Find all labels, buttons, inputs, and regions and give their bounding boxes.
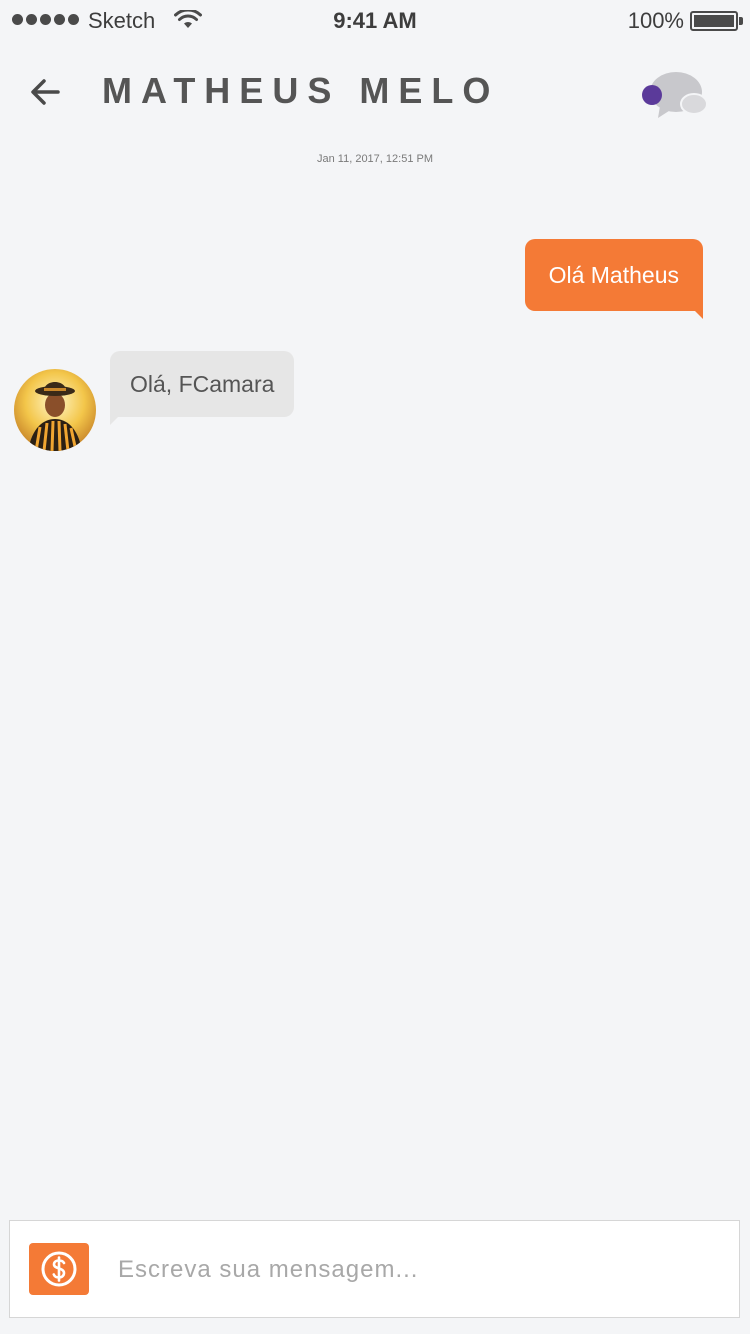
dollar-circle-icon xyxy=(41,1251,77,1287)
back-arrow-icon[interactable] xyxy=(24,70,68,114)
message-input[interactable] xyxy=(118,1249,708,1291)
send-money-button[interactable] xyxy=(29,1243,89,1295)
received-message-bubble: Olá, FCamara xyxy=(110,351,295,417)
battery-percentage: 100% xyxy=(627,8,684,33)
received-bubble-tail xyxy=(110,415,120,425)
message-composer xyxy=(9,1220,740,1318)
contact-name-title: MATHEUS MELO xyxy=(102,70,500,111)
chat-header: MATHEUS MELO xyxy=(0,60,750,124)
avatar-image xyxy=(14,369,96,451)
status-bar: Sketch 9:41 AM 100% xyxy=(0,0,750,40)
contact-avatar[interactable] xyxy=(14,369,96,451)
sent-bubble-tail xyxy=(693,309,703,319)
sent-message-bubble: Olá Matheus xyxy=(524,239,703,311)
battery-icon xyxy=(690,11,738,31)
message-timestamp: Jan 11, 2017, 12:51 PM xyxy=(317,153,433,165)
battery-tip xyxy=(739,17,743,25)
chat-bubbles-icon[interactable] xyxy=(638,68,714,124)
